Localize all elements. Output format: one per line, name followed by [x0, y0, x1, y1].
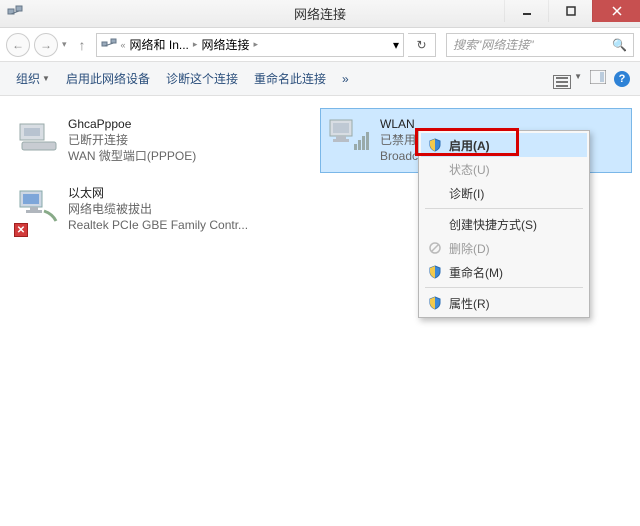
window-title: 网络连接	[294, 4, 346, 23]
enable-device-button[interactable]: 启用此网络设备	[60, 68, 156, 89]
network-icon	[101, 37, 117, 53]
wlan-icon	[328, 116, 372, 156]
modem-icon	[16, 116, 60, 156]
search-placeholder: 搜索"网络连接"	[453, 36, 534, 53]
close-button[interactable]	[592, 0, 640, 22]
connection-device: WAN 微型端口(PPPOE)	[68, 148, 196, 164]
ctx-rename[interactable]: 重命名(M)	[421, 260, 587, 284]
window-controls	[504, 0, 640, 27]
ctx-properties[interactable]: 属性(R)	[421, 291, 587, 315]
search-icon: 🔍	[612, 38, 627, 52]
connection-status: 已断开连接	[68, 132, 196, 148]
breadcrumb-1[interactable]: 网络和 In...	[130, 36, 189, 53]
disconnected-icon: ✕	[14, 223, 28, 237]
shield-icon	[427, 264, 443, 280]
shield-icon	[427, 137, 443, 153]
connection-device: Realtek PCIe GBE Family Contr...	[68, 217, 248, 233]
title-bar: 网络连接	[0, 0, 640, 28]
forward-button[interactable]: →	[34, 33, 58, 57]
address-bar[interactable]: «网络和 In...▸ 网络连接▸ ▾	[96, 33, 404, 57]
delete-icon	[427, 240, 443, 256]
search-box[interactable]: 搜索"网络连接" 🔍	[446, 33, 634, 57]
connection-status: 网络电缆被拔出	[68, 201, 248, 217]
connection-ethernet[interactable]: ✕ 以太网 网络电缆被拔出 Realtek PCIe GBE Family Co…	[8, 177, 320, 242]
connection-ghcapppoe[interactable]: GhcaPppoe 已断开连接 WAN 微型端口(PPPOE)	[8, 108, 320, 173]
diagnose-button[interactable]: 诊断这个连接	[160, 68, 244, 89]
separator	[425, 208, 583, 209]
organize-button[interactable]: 组织 ▼	[10, 68, 56, 89]
ctx-create-shortcut[interactable]: 创建快捷方式(S)	[421, 212, 587, 236]
ctx-enable[interactable]: 启用(A)	[421, 133, 587, 157]
separator	[425, 287, 583, 288]
help-button[interactable]: ?	[614, 71, 630, 87]
connection-name: 以太网	[68, 185, 248, 201]
app-icon	[6, 3, 24, 24]
up-button[interactable]: ↑	[73, 37, 92, 53]
overflow-button[interactable]: »	[336, 70, 355, 88]
back-button[interactable]: ←	[6, 33, 30, 57]
minimize-button[interactable]	[504, 0, 548, 22]
preview-pane-button[interactable]	[590, 70, 606, 87]
maximize-button[interactable]	[548, 0, 592, 22]
address-dropdown-icon[interactable]: ▾	[393, 38, 399, 52]
ctx-delete: 删除(D)	[421, 236, 587, 260]
command-bar: 组织 ▼ 启用此网络设备 诊断这个连接 重命名此连接 » ▼ ?	[0, 62, 640, 96]
view-options-button[interactable]: ▼	[553, 68, 582, 89]
history-dropdown[interactable]: ▾	[62, 39, 67, 50]
refresh-button[interactable]: ↻	[408, 33, 436, 57]
shield-icon	[427, 295, 443, 311]
breadcrumb-2[interactable]: 网络连接	[201, 36, 249, 53]
ethernet-icon	[16, 185, 60, 225]
ctx-status: 状态(U)	[421, 157, 587, 181]
ctx-diagnose[interactable]: 诊断(I)	[421, 181, 587, 205]
rename-button[interactable]: 重命名此连接	[248, 68, 332, 89]
context-menu: 启用(A) 状态(U) 诊断(I) 创建快捷方式(S) 删除(D) 重命名(M)…	[418, 130, 590, 318]
connection-name: GhcaPppoe	[68, 116, 196, 132]
nav-bar: ← → ▾ ↑ «网络和 In...▸ 网络连接▸ ▾ ↻ 搜索"网络连接" 🔍	[0, 28, 640, 62]
